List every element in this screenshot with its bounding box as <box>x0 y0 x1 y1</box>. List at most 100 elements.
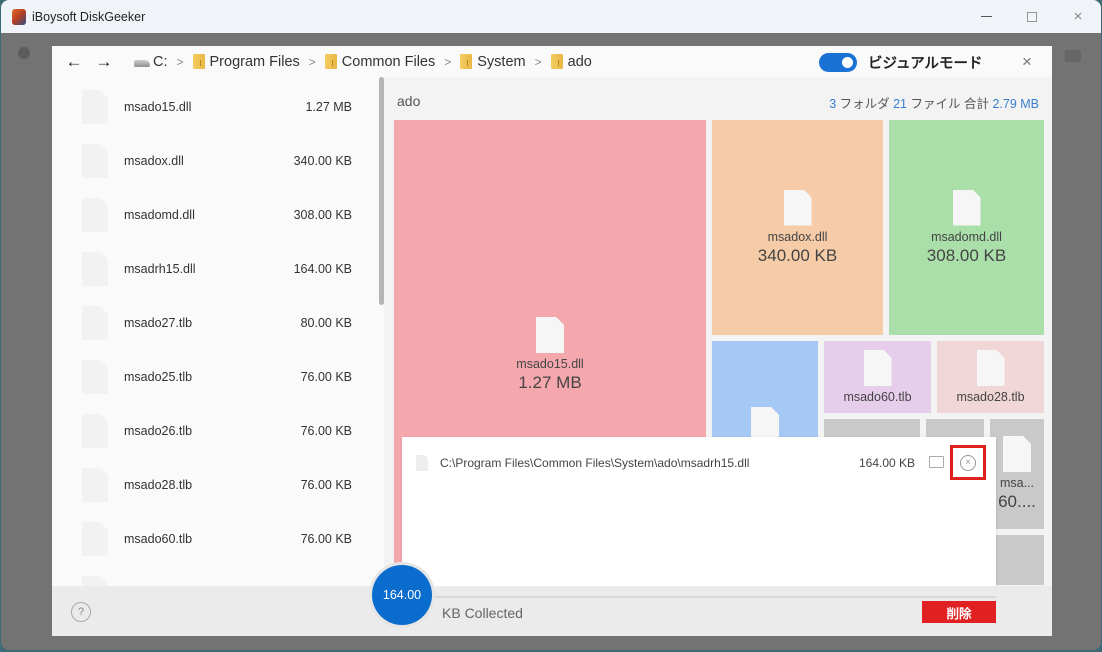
file-icon <box>82 144 108 178</box>
file-icon <box>82 414 108 448</box>
file-icon <box>1003 436 1031 472</box>
total-size: 2.79 MB <box>992 97 1039 111</box>
file-icon <box>536 317 564 353</box>
file-list-item[interactable]: msado25.tlb 76.00 KB <box>52 350 384 404</box>
file-icon <box>416 455 428 471</box>
file-list: msado15.dll 1.27 MB msadox.dll 340.00 KB… <box>52 77 384 586</box>
breadcrumb: C: > Program Files > Common Files > Syst… <box>134 54 592 70</box>
treemap-tile[interactable]: msadomd.dll 308.00 KB <box>889 120 1044 335</box>
file-list-item-partial[interactable] <box>52 566 384 586</box>
tile-name: msado28.tlb <box>956 390 1025 404</box>
file-list-item[interactable]: msadomd.dll 308.00 KB <box>52 188 384 242</box>
folder-summary: 3 フォルダ 21 ファイル 合計 2.79 MB <box>829 93 1039 112</box>
treemap-tile[interactable]: msadox.dll 340.00 KB <box>712 120 883 335</box>
file-name: msado15.dll <box>124 100 192 114</box>
tile-size: 340.00 KB <box>757 245 838 265</box>
forward-button[interactable]: → <box>90 48 118 76</box>
close-icon: × <box>1073 8 1083 25</box>
breadcrumb-separator: > <box>308 54 316 69</box>
app-title: iBoysoft DiskGeeker <box>32 9 146 24</box>
file-size: 340.00 KB <box>293 154 352 168</box>
breadcrumb-item-common-files[interactable]: Common Files <box>342 54 435 70</box>
breadcrumb-item-system[interactable]: System <box>477 54 525 70</box>
file-icon <box>82 522 108 556</box>
collected-divider <box>434 596 996 598</box>
file-icon <box>783 189 812 226</box>
file-size: 164.00 KB <box>293 262 352 276</box>
treemap-tile[interactable]: msado60.tlb <box>824 341 931 413</box>
collected-file-path: C:\Program Files\Common Files\System\ado… <box>440 456 750 470</box>
file-name: msadrh15.dll <box>124 262 196 276</box>
window-close-button[interactable]: × <box>1055 0 1101 33</box>
file-icon <box>82 576 108 586</box>
folder-icon <box>192 54 205 69</box>
file-size: 76.00 KB <box>300 478 352 492</box>
minimize-icon <box>980 16 992 17</box>
minimize-button[interactable] <box>963 0 1009 33</box>
breadcrumb-separator: > <box>176 54 184 69</box>
delete-button[interactable]: 削除 <box>922 601 996 623</box>
folder-open-icon[interactable] <box>929 456 944 468</box>
dialog-close-button[interactable]: × <box>1022 52 1032 72</box>
file-icon <box>952 189 981 226</box>
maximize-icon <box>1027 11 1037 22</box>
breadcrumb-item-drive[interactable]: C: <box>153 54 168 70</box>
tile-name: msa... <box>999 476 1035 490</box>
help-icon[interactable]: ? <box>71 602 91 622</box>
folder-icon <box>324 54 337 69</box>
tile-size: 308.00 KB <box>926 245 1007 265</box>
treemap-tile[interactable]: msado28.tlb <box>937 341 1044 413</box>
blurred-icon <box>18 47 30 59</box>
remove-highlight: × <box>950 445 986 480</box>
file-list-scrollbar[interactable] <box>379 77 384 305</box>
file-list-item[interactable]: msado26.tlb 76.00 KB <box>52 404 384 458</box>
tile-name: msado60.tlb <box>843 390 912 404</box>
breadcrumb-separator: > <box>444 54 452 69</box>
tile-size: 1.27 MB <box>518 373 582 392</box>
toggle-knob <box>842 57 853 68</box>
file-list-item[interactable]: msadrh15.dll 164.00 KB <box>52 242 384 296</box>
file-name: msado60.tlb <box>124 532 193 546</box>
file-name: msado25.tlb <box>124 370 193 384</box>
collected-files-panel: C:\Program Files\Common Files\System\ado… <box>402 437 996 597</box>
app-logo-icon <box>12 8 26 25</box>
visual-mode-toggle[interactable] <box>819 53 857 72</box>
drive-icon <box>134 59 150 67</box>
breadcrumb-separator: > <box>534 54 542 69</box>
file-name: msado26.tlb <box>124 424 193 438</box>
files-label: ファイル 合計 <box>907 97 993 111</box>
file-list-item[interactable]: msado27.tlb 80.00 KB <box>52 296 384 350</box>
file-list-item[interactable]: msado60.tlb 76.00 KB <box>52 512 384 566</box>
arrow-left-icon: ← <box>65 51 83 71</box>
file-list-item[interactable]: msado28.tlb 76.00 KB <box>52 458 384 512</box>
file-size: 80.00 KB <box>300 316 352 330</box>
footer-bar: ? 164.00 KB Collected 削除 <box>52 565 1052 636</box>
remove-file-button[interactable]: × <box>960 454 976 471</box>
file-size: 76.00 KB <box>300 532 352 546</box>
breadcrumb-item-program-files[interactable]: Program Files <box>210 54 300 70</box>
folder-icon <box>550 54 563 69</box>
tile-name: msadomd.dll <box>931 229 1002 244</box>
treemap-tile[interactable] <box>990 535 1044 585</box>
file-icon <box>863 350 892 386</box>
background-blurred-item <box>15 44 51 64</box>
file-icon <box>82 198 108 232</box>
visual-mode-label: ビジュアルモード <box>868 56 983 72</box>
treemap-tile[interactable]: msa... 60.... <box>990 419 1044 529</box>
breadcrumb-item-ado[interactable]: ado <box>568 54 592 70</box>
visual-header: ado 3 フォルダ 21 ファイル 合計 2.79 MB <box>392 77 1052 117</box>
file-icon <box>82 360 108 394</box>
back-button[interactable]: ← <box>60 48 88 76</box>
file-icon <box>82 468 108 502</box>
folders-label: フォルダ <box>836 97 894 111</box>
app-window: iBoysoft DiskGeeker × ← → C: > Program F… <box>1 0 1101 650</box>
file-name: msado27.tlb <box>124 316 193 330</box>
file-list-item[interactable]: msadox.dll 340.00 KB <box>52 134 384 188</box>
file-size: 76.00 KB <box>300 424 352 438</box>
maximize-button[interactable] <box>1009 0 1055 33</box>
collected-size-badge[interactable]: 164.00 <box>372 565 432 625</box>
file-list-item[interactable]: msado15.dll 1.27 MB <box>52 80 384 134</box>
file-icon <box>82 90 108 124</box>
tile-name: msadox.dll <box>767 229 828 244</box>
file-icon <box>82 252 108 286</box>
